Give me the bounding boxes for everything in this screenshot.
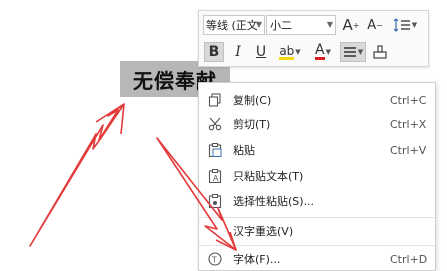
menu-divider xyxy=(199,217,435,218)
chevron-down-icon: ▼ xyxy=(326,20,333,29)
highlight-button[interactable]: ab ▼ xyxy=(275,42,305,62)
menu-item-paste[interactable]: 粘贴 Ctrl+V xyxy=(199,138,435,162)
menu-item-paste-text-only[interactable]: A 只粘贴文本(T) xyxy=(199,164,435,188)
shrink-font-label: A xyxy=(367,17,377,33)
chevron-down-icon: ▼ xyxy=(255,20,262,29)
font-color-button[interactable]: A ▼ xyxy=(310,42,336,62)
menu-item-shortcut: Ctrl+X xyxy=(390,117,427,131)
paste-text-icon: A xyxy=(208,169,222,183)
underline-button[interactable]: U xyxy=(252,42,270,62)
toolbar-row-2: B I U ab ▼ A ▼ ▼ xyxy=(199,40,428,64)
font-size-value: 小二 xyxy=(270,19,292,32)
line-spacing-button[interactable]: ▼ xyxy=(391,15,419,35)
menu-item-label: 汉字重选(V) xyxy=(233,225,294,238)
font-color-label: A xyxy=(315,42,325,60)
menu-item-label: 复制(C) xyxy=(233,94,272,107)
chevron-down-icon: ▼ xyxy=(325,48,331,56)
italic-label: I xyxy=(235,44,241,60)
format-painter-button[interactable] xyxy=(370,42,390,62)
menu-item-label: 选择性粘贴(S)... xyxy=(233,195,315,208)
menu-item-paste-special[interactable]: 选择性粘贴(S)... xyxy=(199,189,435,213)
copy-icon xyxy=(208,93,222,107)
menu-item-label: 字体(F)... xyxy=(233,253,281,266)
scissors-icon xyxy=(208,117,222,131)
menu-item-label: 只粘贴文本(T) xyxy=(233,170,304,183)
bold-label: B xyxy=(208,44,220,60)
shrink-font-button[interactable]: A − xyxy=(366,15,384,35)
chevron-down-icon: ▼ xyxy=(295,48,301,56)
menu-item-shortcut: Ctrl+C xyxy=(390,93,427,107)
plus-icon: + xyxy=(352,20,360,30)
minus-icon: − xyxy=(376,20,383,30)
svg-text:A: A xyxy=(213,174,219,183)
menu-divider xyxy=(199,245,435,246)
italic-button[interactable]: I xyxy=(229,42,247,62)
font-name-select[interactable]: 等线 (正文 ▼ xyxy=(203,15,265,35)
format-painter-icon xyxy=(373,45,387,59)
menu-item-reconvert[interactable]: 汉字重选(V) xyxy=(199,219,435,243)
paste-icon xyxy=(208,143,222,157)
menu-item-cut[interactable]: 剪切(T) Ctrl+X xyxy=(199,112,435,136)
svg-text:T: T xyxy=(212,255,217,265)
highlight-label: ab xyxy=(279,43,295,60)
font-icon: T xyxy=(208,252,222,266)
mini-toolbar: 等线 (正文 ▼ 小二 ▼ A + A − ▼ B I U ab ▼ A ▼ ▼ xyxy=(198,10,429,67)
arrow-to-selection xyxy=(29,103,125,247)
font-name-value: 等线 (正文 xyxy=(206,19,258,32)
line-spacing-icon xyxy=(393,18,410,32)
menu-item-shortcut: Ctrl+D xyxy=(390,252,428,266)
paste-special-icon xyxy=(208,194,222,208)
menu-item-copy[interactable]: 复制(C) Ctrl+C xyxy=(199,88,435,112)
menu-item-label: 粘贴 xyxy=(233,144,255,157)
align-button[interactable]: ▼ xyxy=(340,42,366,62)
context-menu: 复制(C) Ctrl+C 剪切(T) Ctrl+X 粘贴 Ctrl+V A 只粘… xyxy=(198,82,436,271)
align-justify-icon xyxy=(343,47,356,57)
chevron-down-icon: ▼ xyxy=(411,21,418,29)
chevron-down-icon: ▼ xyxy=(357,48,364,56)
underline-label: U xyxy=(255,44,267,60)
menu-item-shortcut: Ctrl+V xyxy=(390,143,427,157)
font-size-select[interactable]: 小二 ▼ xyxy=(266,15,336,35)
grow-font-label: A xyxy=(342,16,353,34)
menu-item-label: 剪切(T) xyxy=(233,118,271,131)
bold-button[interactable]: B xyxy=(204,42,224,62)
menu-item-font[interactable]: T 字体(F)... Ctrl+D xyxy=(199,247,435,271)
grow-font-button[interactable]: A + xyxy=(342,15,360,35)
toolbar-row-1: 等线 (正文 ▼ 小二 ▼ A + A − ▼ xyxy=(199,13,428,37)
